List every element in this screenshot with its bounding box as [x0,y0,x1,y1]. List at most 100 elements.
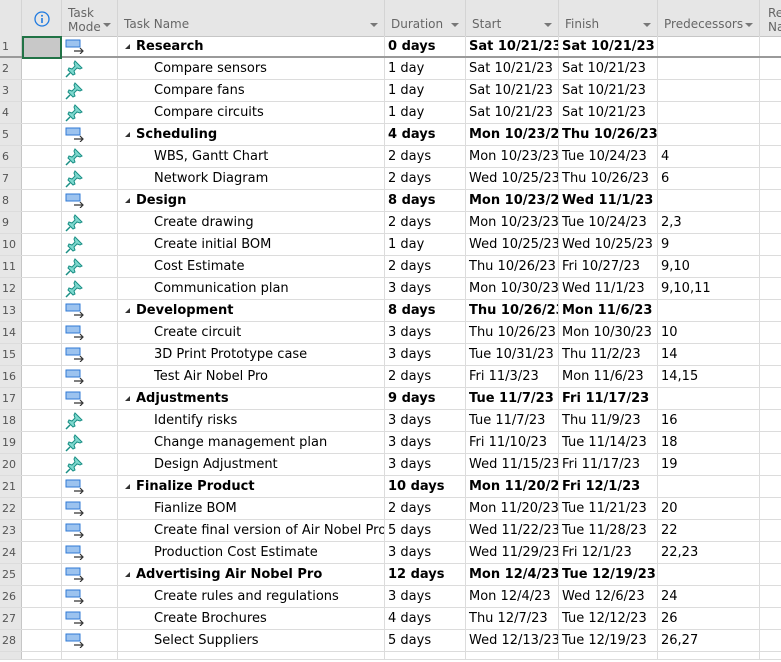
start-cell[interactable]: Mon 12/4/23 [466,564,559,585]
task-row[interactable]: 4 Compare circuits 1 day Sat 10/21/23 Sat 10… [0,102,781,124]
start-cell[interactable]: Mon 11/20/23 [466,498,559,519]
task-mode-cell[interactable] [62,344,118,365]
indicators-cell[interactable] [22,80,62,101]
duration-cell[interactable]: 1 day [385,234,466,255]
finish-cell[interactable]: Thu 10/26/23 [559,168,658,189]
predecessors-cell[interactable]: 20 [658,498,760,519]
finish-cell[interactable]: Tue 10/24/23 [559,146,658,167]
predecessors-cell[interactable]: 18 [658,432,760,453]
task-name-cell[interactable]: Production Cost Estimate [118,542,385,563]
selected-cell[interactable] [22,36,62,59]
resource-names-cell[interactable] [760,322,781,343]
task-row[interactable]: 12 Communication plan 3 days Mon 10/30/23 We… [0,278,781,300]
duration-cell[interactable]: 4 days [385,124,466,145]
resource-names-cell[interactable] [760,190,781,211]
finish-cell[interactable]: Fri 12/1/23 [559,542,658,563]
task-mode-cell[interactable] [62,586,118,607]
finish-cell[interactable]: Sat 10/21/23 [559,102,658,123]
finish-cell[interactable]: Mon 11/6/23 [559,300,658,321]
task-row[interactable]: 24 Production Cost Estimate 3 days Wed 11/2… [0,542,781,564]
task-row[interactable]: 16 Test Air Nobel Pro 2 days Fri 11/3/23 Mon… [0,366,781,388]
resource-names-cell[interactable] [760,344,781,365]
finish-cell[interactable]: Fri 11/17/23 [559,454,658,475]
finish-cell[interactable]: Tue 11/21/23 [559,498,658,519]
task-mode-cell[interactable] [62,146,118,167]
task-name-cell[interactable]: Advertising Air Nobel Pro [118,564,385,585]
duration-cell[interactable]: 3 days [385,586,466,607]
predecessors-cell[interactable] [658,564,760,585]
indicators-cell[interactable] [22,498,62,519]
predecessors-cell[interactable]: 6 [658,168,760,189]
row-number[interactable]: 22 [0,498,22,519]
task-name-cell[interactable]: Research [118,36,385,56]
task-row[interactable]: 5 Scheduling 4 days Mon 10/23/23 Thu 10/26/2… [0,124,781,146]
task-name-cell[interactable]: Create rules and regulations [118,586,385,607]
row-number[interactable]: 25 [0,564,22,585]
finish-cell[interactable]: Thu 11/9/23 [559,410,658,431]
task-row[interactable]: 7 Network Diagram 2 days Wed 10/25/23 Thu 10… [0,168,781,190]
task-name-cell[interactable]: Fianlize BOM [118,498,385,519]
row-number[interactable]: 18 [0,410,22,431]
task-mode-cell[interactable] [62,454,118,475]
finish-cell[interactable]: Wed 10/25/23 [559,234,658,255]
column-header-predecessors[interactable]: Predecessors [658,0,760,36]
column-header-duration[interactable]: Duration [385,0,466,36]
indicators-cell[interactable] [22,344,62,365]
duration-cell[interactable]: 10 days [385,476,466,497]
task-name-cell[interactable]: WBS, Gantt Chart [118,146,385,167]
predecessors-cell[interactable]: 4 [658,146,760,167]
task-name-cell[interactable]: Create final version of Air Nobel Pro [118,520,385,541]
collapse-triangle-icon[interactable] [125,198,130,203]
task-row[interactable]: 25 Advertising Air Nobel Pro 12 days Mon 12… [0,564,781,586]
task-mode-cell[interactable] [62,564,118,585]
start-cell[interactable]: Sat 10/21/23 [466,58,559,79]
start-cell[interactable]: Mon 10/23/23 [466,190,559,211]
predecessors-cell[interactable]: 16 [658,410,760,431]
task-name-cell[interactable]: Compare fans [118,80,385,101]
row-number[interactable]: 26 [0,586,22,607]
select-all-corner[interactable] [0,0,22,36]
resource-names-cell[interactable] [760,432,781,453]
resource-names-cell[interactable] [760,476,781,497]
task-mode-cell[interactable] [62,80,118,101]
task-row[interactable]: 10 Create initial BOM 1 day Wed 10/25/23 Wed… [0,234,781,256]
predecessors-cell[interactable] [658,388,760,409]
resource-names-cell[interactable] [760,234,781,255]
predecessors-cell[interactable] [658,36,760,56]
predecessors-cell[interactable] [658,102,760,123]
task-name-cell[interactable]: Compare circuits [118,102,385,123]
column-header-task-name[interactable]: Task Name [118,0,385,36]
indicators-cell[interactable] [22,300,62,321]
duration-cell[interactable]: 8 days [385,300,466,321]
finish-cell[interactable]: Tue 12/12/23 [559,608,658,629]
task-name-cell[interactable]: Compare sensors [118,58,385,79]
task-name-cell[interactable]: Network Diagram [118,168,385,189]
start-cell[interactable]: Thu 12/7/23 [466,608,559,629]
task-row[interactable]: 21 Finalize Product 10 days Mon 11/20/23 Fri… [0,476,781,498]
start-cell[interactable]: Tue 10/31/23 [466,344,559,365]
task-name-cell[interactable]: Adjustments [118,388,385,409]
task-row[interactable]: 15 3D Print Prototype case 3 days Tue 10/31… [0,344,781,366]
predecessors-cell[interactable]: 10 [658,322,760,343]
indicators-cell[interactable] [22,630,62,651]
indicators-cell[interactable] [22,476,62,497]
start-cell[interactable]: Wed 11/22/23 [466,520,559,541]
dropdown-arrow-icon[interactable] [544,23,552,27]
task-name-cell[interactable]: Create initial BOM [118,234,385,255]
duration-cell[interactable]: 3 days [385,542,466,563]
row-number[interactable]: 16 [0,366,22,387]
row-number[interactable]: 13 [0,300,22,321]
start-cell[interactable]: Mon 11/20/23 [466,476,559,497]
task-mode-cell[interactable] [62,212,118,233]
indicators-cell[interactable] [22,388,62,409]
predecessors-cell[interactable]: 22 [658,520,760,541]
indicators-cell[interactable] [22,520,62,541]
start-cell[interactable]: Wed 11/29/23 [466,542,559,563]
duration-cell[interactable]: 3 days [385,322,466,343]
indicators-cell[interactable] [22,322,62,343]
start-cell[interactable]: Mon 12/4/23 [466,586,559,607]
column-header-task-mode[interactable]: Task Mode [62,0,118,36]
start-cell[interactable]: Mon 10/23/23 [466,212,559,233]
collapse-triangle-icon[interactable] [125,308,130,313]
empty-row[interactable] [0,652,781,660]
